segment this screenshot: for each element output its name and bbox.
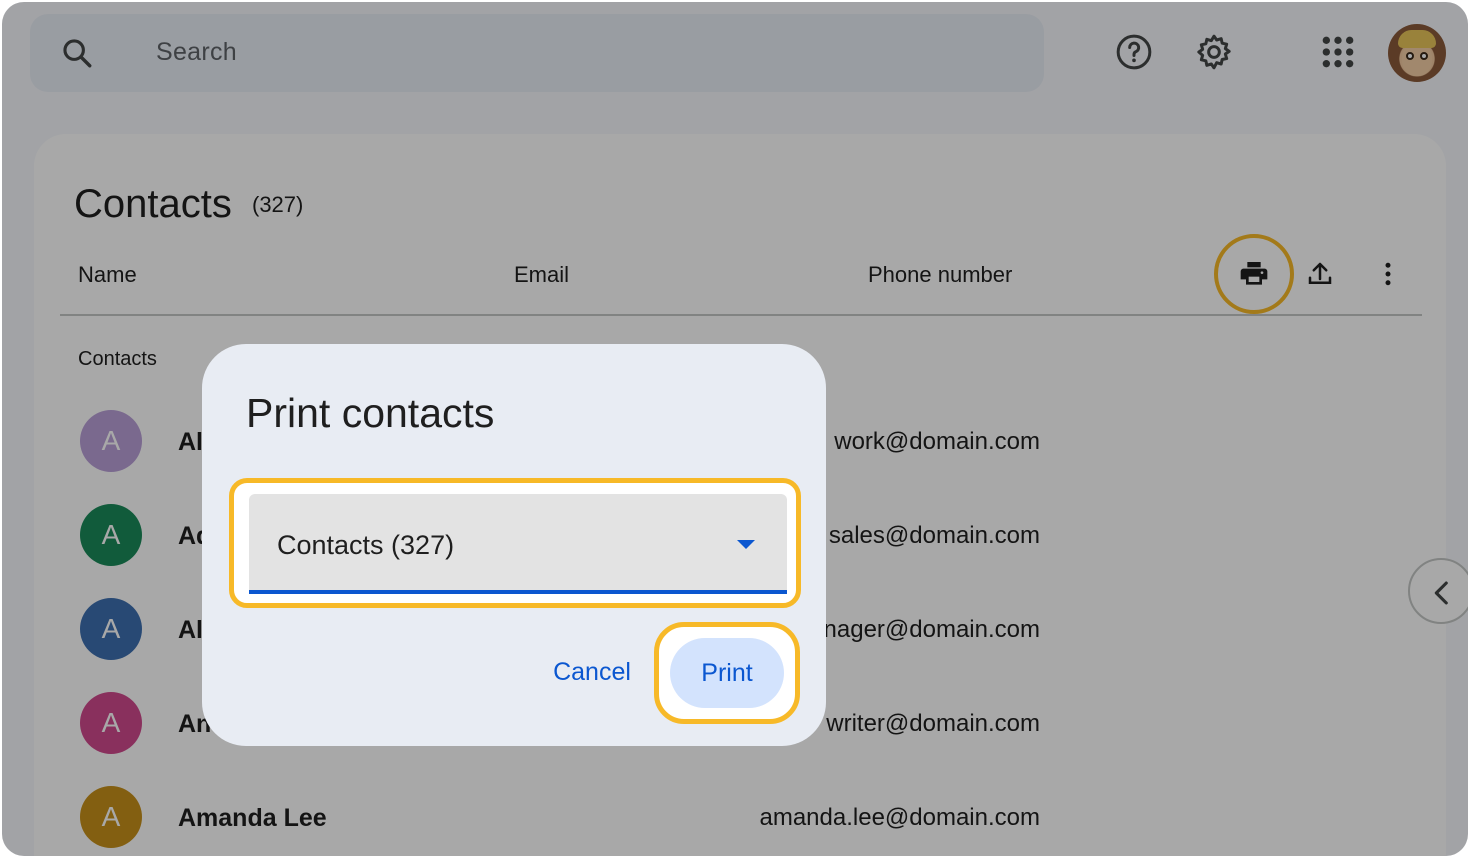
select-highlight: Contacts (327) (229, 478, 801, 608)
dialog-title: Print contacts (246, 390, 495, 436)
app-window: Search Contacts (327) Name Email Phone n… (2, 2, 1468, 856)
cancel-button[interactable]: Cancel (534, 646, 650, 698)
print-dialog: Print contacts Contacts (327) Cancel Pri… (202, 344, 826, 746)
print-button-highlight: Print (654, 622, 800, 724)
print-confirm-button[interactable]: Print (670, 638, 784, 708)
contacts-select[interactable]: Contacts (327) (249, 494, 787, 594)
select-value: Contacts (327) (277, 530, 455, 560)
dropdown-arrow-icon (737, 540, 755, 549)
